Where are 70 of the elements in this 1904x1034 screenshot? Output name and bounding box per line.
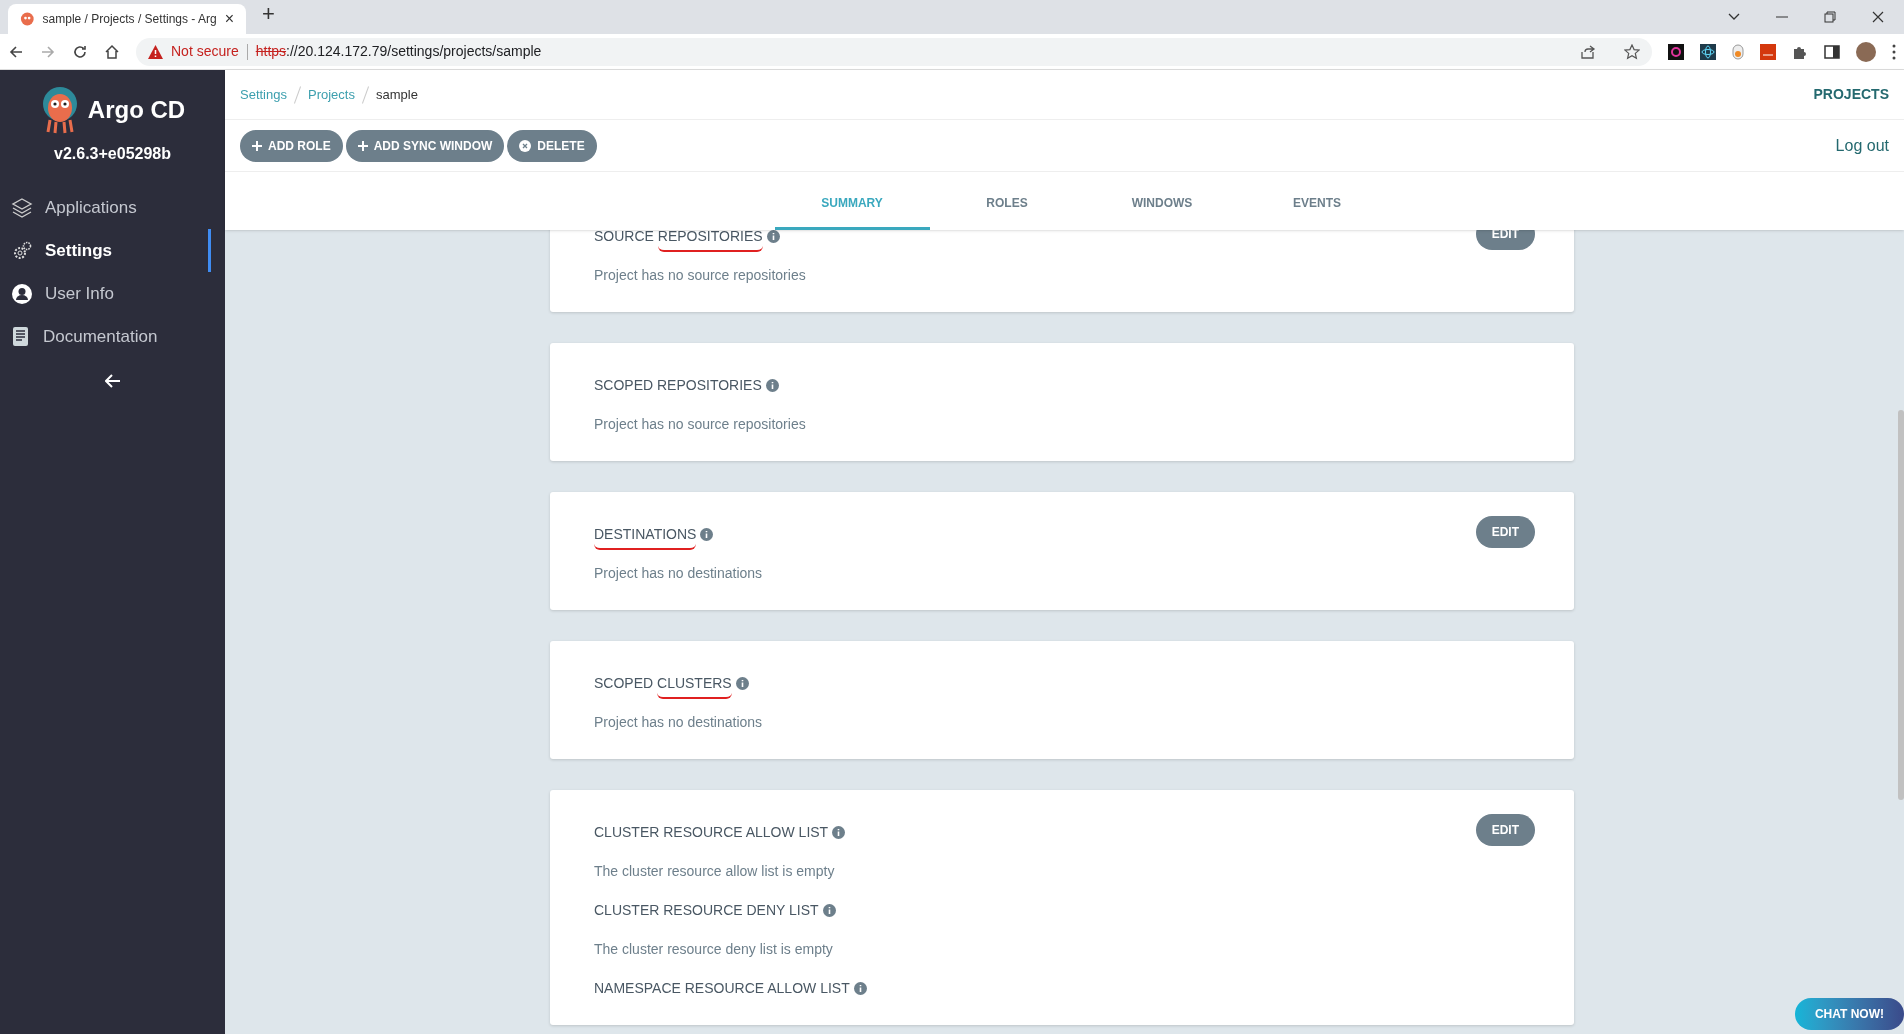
action-button[interactable]: ADD ROLE bbox=[240, 129, 343, 162]
chat-button[interactable]: CHAT NOW! bbox=[1794, 998, 1904, 1030]
more-icon[interactable] bbox=[1892, 43, 1896, 60]
chevron-down-icon[interactable] bbox=[1728, 13, 1740, 21]
info-icon bbox=[735, 677, 749, 690]
section-title: CLUSTER RESOURCE DENY LIST bbox=[594, 901, 819, 920]
address-bar[interactable]: Not secure https://20.124.172.79/settings/projects/sample bbox=[136, 37, 1652, 66]
info-icon bbox=[853, 982, 867, 995]
edit-button[interactable]: EDIT bbox=[1475, 516, 1535, 548]
gear-icon bbox=[11, 239, 33, 262]
atom-icon[interactable] bbox=[1700, 43, 1716, 60]
empty-message: The cluster resource allow list is empty bbox=[594, 862, 836, 881]
browser-tab[interactable]: sample / Projects / Settings - Arg × bbox=[8, 4, 246, 34]
section-title: SCOPED CLUSTERS bbox=[594, 673, 732, 699]
logout-link[interactable]: Log out bbox=[1835, 133, 1889, 158]
section-title: SCOPED REPOSITORIES bbox=[594, 376, 762, 395]
warning-icon bbox=[148, 44, 163, 59]
avatar-icon[interactable] bbox=[1856, 41, 1876, 62]
tab[interactable]: ROLES bbox=[929, 192, 1085, 230]
star-icon[interactable] bbox=[1624, 43, 1640, 60]
empty-message: Project has no destinations bbox=[594, 564, 764, 583]
scrollbar[interactable] bbox=[1898, 410, 1904, 800]
share-icon[interactable] bbox=[1580, 43, 1596, 60]
breadcrumb-current: sample bbox=[375, 85, 418, 104]
nav-item[interactable]: Settings bbox=[0, 229, 225, 272]
side-panel-icon[interactable] bbox=[1824, 43, 1840, 60]
back-icon[interactable] bbox=[8, 43, 24, 60]
tab[interactable]: WINDOWS bbox=[1084, 192, 1240, 230]
document-icon bbox=[11, 325, 31, 348]
brand-name: Argo CD bbox=[87, 95, 186, 125]
empty-message: Project has no source repositories bbox=[594, 266, 807, 285]
plus-icon bbox=[252, 140, 262, 151]
back-arrow-icon[interactable] bbox=[104, 374, 121, 388]
action-button[interactable]: ADD SYNC WINDOW bbox=[345, 129, 505, 162]
user-icon bbox=[11, 282, 33, 305]
close-icon[interactable]: × bbox=[224, 7, 234, 31]
nav-item[interactable]: User Info bbox=[0, 272, 225, 315]
reload-icon[interactable] bbox=[72, 43, 88, 60]
nav-item[interactable]: Documentation bbox=[0, 315, 225, 358]
info-icon bbox=[822, 904, 836, 917]
new-tab-button[interactable]: + bbox=[262, 0, 275, 30]
info-icon bbox=[765, 379, 779, 392]
edit-button[interactable]: EDIT bbox=[1475, 230, 1535, 250]
info-icon bbox=[700, 528, 714, 541]
action-button[interactable]: DELETE bbox=[507, 129, 597, 162]
section-title: CLUSTER RESOURCE ALLOW LIST bbox=[594, 823, 829, 842]
info-icon bbox=[832, 826, 846, 839]
section-title: SOURCE REPOSITORIES bbox=[594, 230, 763, 252]
url-text: https://20.124.172.79/settings/projects/sample bbox=[255, 42, 542, 61]
section-title: NAMESPACE RESOURCE ALLOW LIST bbox=[594, 979, 850, 998]
plus-icon bbox=[357, 140, 368, 151]
close-circle-icon bbox=[519, 139, 532, 152]
breadcrumb-link[interactable]: Settings bbox=[240, 84, 287, 105]
breadcrumb-link[interactable]: Projects bbox=[308, 84, 355, 105]
layers-icon bbox=[11, 196, 33, 219]
version-label: v2.6.3+e05298b bbox=[53, 144, 172, 164]
tab-title: sample / Projects / Settings - Arg bbox=[42, 11, 217, 28]
nav-item[interactable]: Applications bbox=[0, 186, 225, 229]
empty-message: The cluster resource deny list is empty bbox=[594, 940, 834, 959]
projects-link[interactable]: PROJECTS bbox=[1813, 84, 1889, 105]
not-secure-label: Not secure bbox=[171, 42, 239, 61]
edit-button[interactable]: EDIT bbox=[1475, 814, 1535, 846]
tab[interactable]: EVENTS bbox=[1239, 192, 1395, 230]
home-icon[interactable] bbox=[104, 43, 120, 60]
restore-icon[interactable] bbox=[1824, 11, 1836, 23]
empty-message: Project has no source repositories bbox=[594, 415, 807, 434]
section-title: DESTINATIONS bbox=[594, 524, 697, 550]
empty-message: Project has no destinations bbox=[594, 713, 764, 732]
close-icon[interactable] bbox=[1872, 11, 1884, 23]
extension-icon[interactable] bbox=[1668, 43, 1684, 60]
